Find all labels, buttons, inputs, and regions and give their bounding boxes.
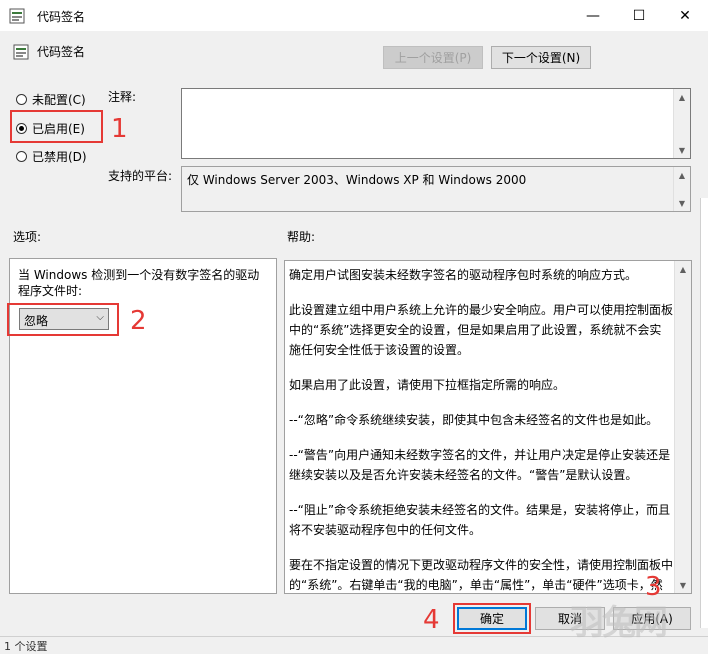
highlight-enabled-option (10, 110, 103, 143)
help-paragraph: 要在不指定设置的情况下更改驱动程序文件的安全性，请使用控制面板中的“系统”。右键… (289, 558, 674, 592)
close-button[interactable]: ✕ (662, 0, 708, 31)
radio-label: 未配置(C) (32, 93, 86, 107)
scroll-up-icon[interactable]: ▲ (675, 261, 691, 277)
platform-label: 支持的平台: (108, 169, 173, 183)
options-description: 当 Windows 检测到一个没有数字签名的驱动程序文件时: (18, 268, 260, 298)
help-panel: 确定用户试图安装未经数字签名的驱动程序包时系统的响应方式。 此设置建立组中用户系… (284, 260, 692, 594)
scroll-down-icon[interactable]: ▼ (675, 577, 691, 593)
help-paragraph: 确定用户试图安装未经数字签名的驱动程序包时系统的响应方式。 (289, 268, 638, 282)
platform-scrollbar[interactable]: ▲ ▼ (673, 167, 690, 211)
setting-name: 代码签名 (37, 45, 86, 59)
radio-indicator[interactable] (16, 151, 27, 162)
policy-icon (9, 8, 25, 24)
maximize-button[interactable]: ☐ (616, 0, 662, 31)
radio-not-configured[interactable]: 未配置(C) (16, 91, 86, 108)
annotation-number-2: 2 (130, 306, 147, 336)
options-label: 选项: (13, 230, 42, 244)
help-label: 帮助: (287, 230, 316, 244)
title-bar[interactable]: 代码签名 — ☐ ✕ (0, 0, 708, 31)
help-scrollbar[interactable]: ▲ ▼ (674, 261, 691, 593)
platform-field: 仅 Windows Server 2003、Windows XP 和 Windo… (181, 166, 691, 212)
platform-value: 仅 Windows Server 2003、Windows XP 和 Windo… (187, 173, 527, 187)
previous-setting-button[interactable]: 上一个设置(P) (383, 46, 483, 69)
scroll-up-icon[interactable]: ▲ (674, 167, 690, 183)
comment-scrollbar[interactable]: ▲ ▼ (673, 89, 690, 158)
help-paragraph: --“忽略”命令系统继续安装，即使其中包含未经签名的文件也是如此。 (289, 413, 659, 427)
comment-textarea[interactable]: ▲ ▼ (181, 88, 691, 159)
policy-setting-window: 代码签名 — ☐ ✕ 代码签名 上一个设置(P) 下一个设置(N) 未配置(C)… (0, 0, 708, 653)
annotation-number-4: 4 (423, 605, 440, 635)
annotation-number-1: 1 (111, 114, 128, 144)
help-paragraph: --“阻止”命令系统拒绝安装未经签名的文件。结果是，安装将停止，而且将不安装驱动… (289, 503, 671, 537)
watermark-logo: 羽兔网 (570, 603, 668, 643)
scroll-down-icon[interactable]: ▼ (674, 142, 690, 158)
comment-label: 注释: (108, 90, 137, 104)
next-setting-button[interactable]: 下一个设置(N) (491, 46, 591, 69)
scroll-up-icon[interactable]: ▲ (674, 89, 690, 105)
radio-disabled[interactable]: 已禁用(D) (16, 148, 87, 165)
radio-indicator[interactable] (16, 94, 27, 105)
setting-icon (13, 44, 29, 60)
help-paragraph: --“警告”向用户通知未经数字签名的文件，并让用户决定是停止安装还是继续安装以及… (289, 448, 671, 482)
help-text: 确定用户试图安装未经数字签名的驱动程序包时系统的响应方式。 此设置建立组中用户系… (289, 265, 674, 593)
highlight-ok-button (453, 603, 531, 634)
window-title: 代码签名 (37, 10, 86, 24)
minimize-button[interactable]: — (570, 0, 616, 31)
help-paragraph: 如果启用了此设置，请使用下拉框指定所需的响应。 (289, 378, 566, 392)
help-paragraph: 此设置建立组中用户系统上允许的最少安全响应。用户可以使用控制面板中的“系统”选择… (289, 303, 674, 357)
radio-label: 已禁用(D) (32, 150, 87, 164)
highlight-dropdown (7, 303, 119, 336)
scroll-down-icon[interactable]: ▼ (674, 195, 690, 211)
background-window-edge (700, 198, 708, 628)
